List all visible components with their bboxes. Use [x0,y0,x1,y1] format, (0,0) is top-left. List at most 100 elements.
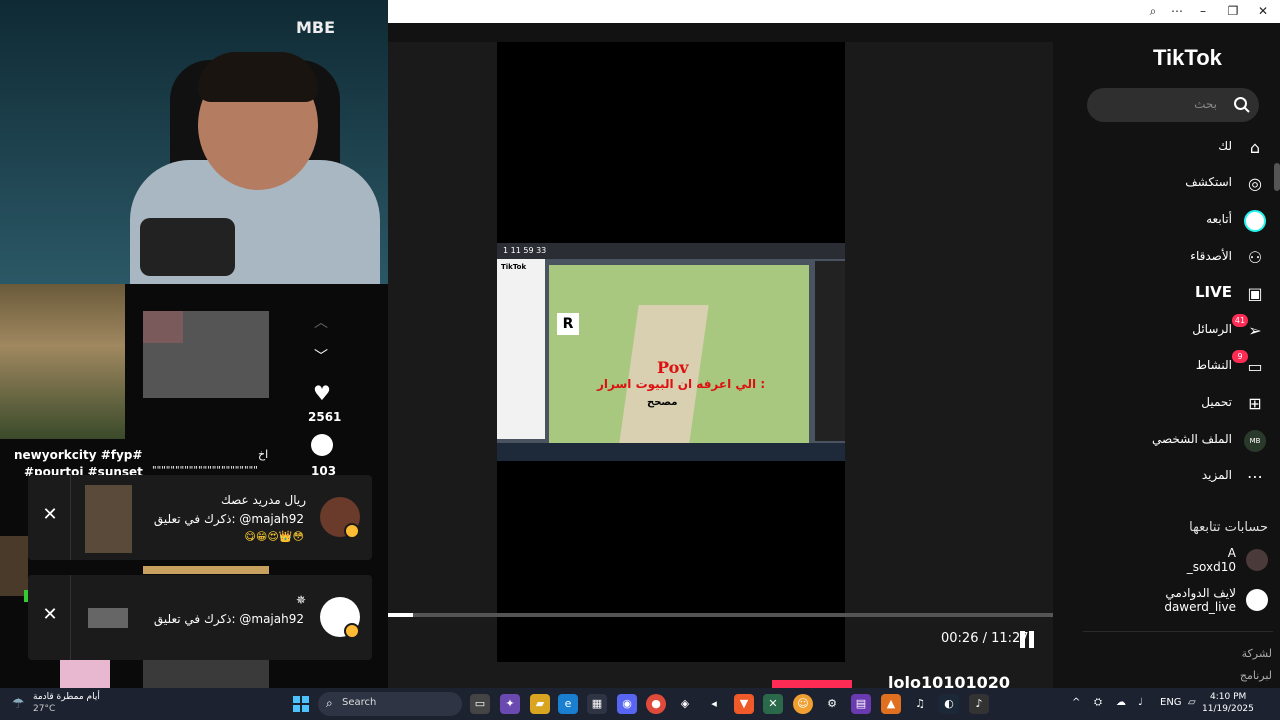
close-icon[interactable]: ✕ [40,505,60,525]
activity-badge: 9 [1232,350,1248,363]
progress-bar[interactable] [388,613,1053,617]
tray-icon[interactable]: ☁ [1116,697,1126,708]
weather-temp: 27°C [33,704,56,714]
divider [1083,631,1273,632]
nav-label: استكشف [1185,175,1232,189]
app-icon[interactable]: ▲ [881,694,901,714]
nav-upload[interactable]: تحميل ⊞ [1062,391,1272,417]
search-icon[interactable] [1233,96,1251,114]
sidebar: TikTok بحث لك ⌂ استكشف ◎ أتابعه الأصدقاء… [1053,23,1280,688]
sidebar-scrollbar[interactable] [1274,163,1280,191]
chevron-down-icon[interactable]: ﹀ [314,346,328,366]
tray-icon[interactable]: ⛭ [1094,697,1102,708]
nav-for-you[interactable]: لك ⌂ [1062,135,1272,161]
messages-badge: 41 [1232,314,1248,327]
app-icon[interactable]: ✕ [763,694,783,714]
feed-thumbnail[interactable] [0,536,28,596]
language-indicator[interactable]: ENG [1160,697,1182,708]
tiktok-logo[interactable]: TikTok [1153,45,1222,71]
tiktok-icon[interactable]: ♪ [969,694,989,714]
search-placeholder: بحث [1194,97,1217,111]
search-input[interactable]: بحث [1087,88,1259,122]
following-section-title: حسابات تتابعها [1189,520,1268,535]
chrome-icon[interactable]: ● [646,694,666,714]
pause-icon[interactable] [1020,631,1034,648]
weather-text[interactable]: أيام ممطرة قادمة [33,692,100,702]
maximize-button[interactable]: ❐ [1224,3,1242,20]
heart-icon[interactable]: ♥ [311,382,333,404]
close-button[interactable]: ✕ [1254,3,1272,20]
nav-label: LIVE [1195,283,1232,301]
nav-messages[interactable]: الرسائل ➢ 41 [1062,314,1272,344]
game-letter: R [557,313,579,335]
nav-live[interactable]: LIVE ▣ [1062,281,1272,307]
nav-label: النشاط [1195,358,1232,372]
video-overlay-line: الي اعرفه ان البيوت اسرار : [597,377,766,391]
comment-badge-icon [344,623,360,639]
notification-card[interactable]: ✕ ريال مدريد عصك ذكرك في تعليق: @majah92… [28,475,372,560]
app-icon[interactable]: ♫ [910,694,930,714]
discord-icon[interactable]: ◉ [617,694,637,714]
app-icon[interactable]: ☺ [793,694,813,714]
notification-thumbnail [85,485,132,553]
taskbar-search[interactable]: ⌕ Search [318,692,462,716]
footer-link-company[interactable]: لشركة [1242,647,1272,660]
nav-label: المزيد [1201,468,1232,482]
following-avatar-icon [1244,210,1266,232]
chevron-up-icon[interactable]: ^ [1072,697,1080,708]
weather-icon[interactable]: ☂ [12,696,25,712]
store-icon[interactable]: ▦ [587,694,607,714]
divider [70,475,71,560]
like-count: 2561 [308,410,342,424]
feed-thumbnail[interactable] [143,311,269,398]
more-icon[interactable]: ⋯ [1168,3,1186,20]
compass-icon: ◎ [1248,174,1262,193]
following-account[interactable]: A _soxd10 [1062,546,1272,576]
upload-icon: ⊞ [1248,394,1262,413]
feed-thumbnail[interactable] [60,660,110,688]
desktop: ⌕ ⋯ – ❐ ✕ 1 11 59 33 TikTok R Pov الي اع… [0,0,1280,720]
comment-icon[interactable] [311,434,333,456]
windows-start-icon[interactable] [293,696,309,712]
video-inner-app-name: TikTok [501,263,527,271]
clock-time[interactable]: 4:10 PM [1210,692,1246,702]
nav-friends[interactable]: الأصدقاء ⚇ [1062,245,1272,271]
app-icon[interactable]: ◈ [675,694,695,714]
feed-thumbnail[interactable] [143,566,269,574]
minimize-button[interactable]: – [1194,3,1212,20]
nav-following[interactable]: أتابعه [1062,208,1272,234]
file-explorer-icon[interactable]: ▰ [530,694,550,714]
feed-caption: newyorkcity #fyp# [14,448,143,462]
nav-more[interactable]: المزيد ⋯ [1062,464,1272,490]
cam-logo: MBE [296,18,336,37]
copilot-icon[interactable]: ✦ [500,694,520,714]
task-view-icon[interactable]: ▭ [470,694,490,714]
footer-link-program[interactable]: لبرنامج [1240,669,1272,682]
notification-card[interactable]: ✕ ✵ ذكرك في تعليق: @majah92 [28,575,372,660]
following-account[interactable]: لايف الدوادمي dawerd_live [1062,586,1272,616]
clock-date[interactable]: 11/19/2025 [1202,704,1254,714]
nav-activity[interactable]: النشاط ▭ 9 [1062,350,1272,380]
divider [70,575,71,660]
feed-thumbnail[interactable] [0,284,125,439]
steam-icon[interactable]: ◐ [939,694,959,714]
nav-profile[interactable]: الملف الشخصي MB [1062,428,1272,454]
more-icon: ⋯ [1247,467,1263,486]
brave-icon[interactable]: ▼ [734,694,754,714]
playback-time: 00:26 / 11:27 [941,631,1029,646]
edge-icon[interactable]: e [558,694,578,714]
close-icon[interactable]: ✕ [40,605,60,625]
app-icon[interactable]: ⚙ [822,694,842,714]
cam-person-hair [198,52,318,102]
wifi-icon[interactable]: ▱ [1188,697,1196,708]
zoom-icon[interactable]: ⌕ [1144,3,1162,20]
microphone-icon[interactable]: ♩ [1138,697,1143,708]
notification-title: ريال مدريد عصك [221,493,306,507]
app-icon[interactable]: ◂ [704,694,724,714]
app-icon[interactable]: ▤ [851,694,871,714]
feed-thumbnail[interactable] [143,660,269,688]
account-name: لايف الدوادمي [1165,586,1236,600]
chevron-up-icon[interactable]: ︿ [314,312,328,332]
nav-explore[interactable]: استكشف ◎ [1062,171,1272,197]
notification-emoji: 😋😁😍👑😳 [244,530,304,543]
